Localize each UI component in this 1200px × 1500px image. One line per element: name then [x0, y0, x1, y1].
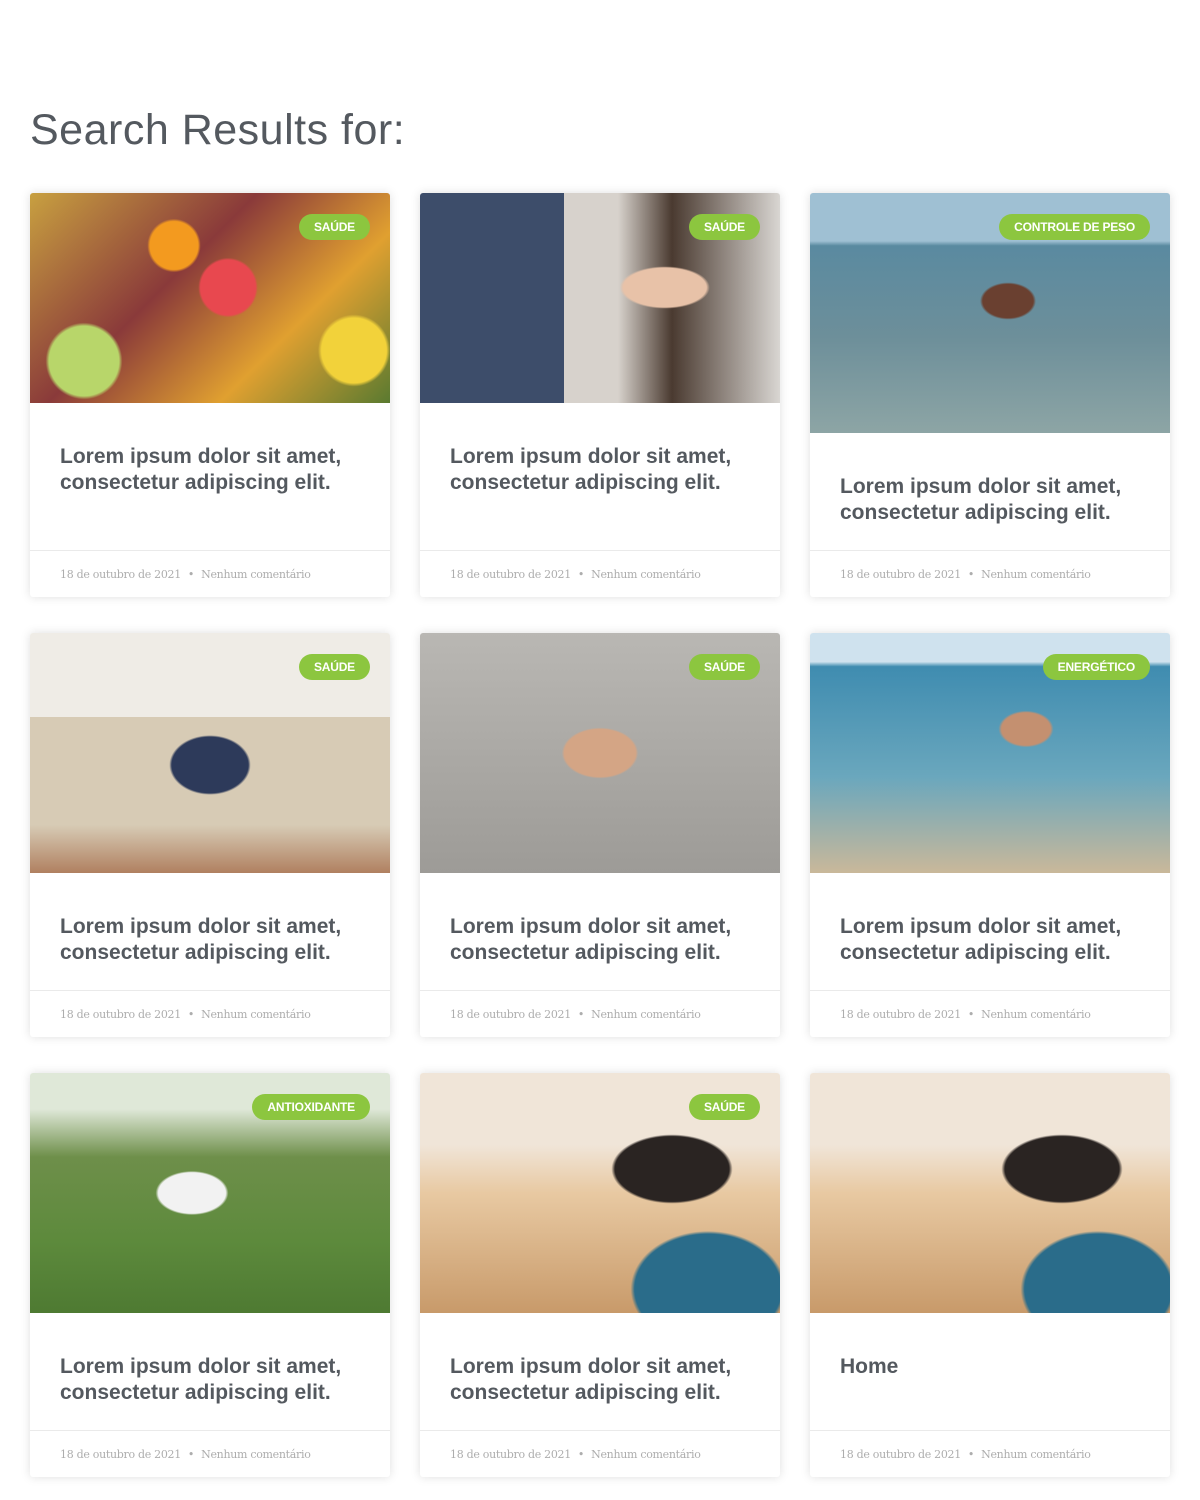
meta-separator: •: [967, 567, 975, 581]
post-title[interactable]: Lorem ipsum dolor sit amet, consectetur …: [450, 444, 750, 496]
post-title[interactable]: Lorem ipsum dolor sit amet, consectetur …: [450, 1354, 750, 1406]
post-meta: 18 de outubro de 2021 • Nenhum comentário: [30, 550, 390, 597]
post-card[interactable]: ENERGÉTICO Lorem ipsum dolor sit amet, c…: [810, 633, 1170, 1037]
post-meta: 18 de outubro de 2021 • Nenhum comentário: [420, 1430, 780, 1477]
post-card[interactable]: SAÚDE Lorem ipsum dolor sit amet, consec…: [30, 193, 390, 597]
post-meta: 18 de outubro de 2021 • Nenhum comentário: [30, 1430, 390, 1477]
post-date: 18 de outubro de 2021: [450, 567, 571, 581]
post-comments[interactable]: Nenhum comentário: [591, 1008, 701, 1021]
post-date: 18 de outubro de 2021: [60, 1007, 181, 1021]
meta-separator: •: [577, 1447, 585, 1461]
post-date: 18 de outubro de 2021: [60, 567, 181, 581]
post-card[interactable]: SAÚDE Lorem ipsum dolor sit amet, consec…: [420, 193, 780, 597]
post-card[interactable]: ANTIOXIDANTE Lorem ipsum dolor sit amet,…: [30, 1073, 390, 1477]
results-grid: SAÚDE Lorem ipsum dolor sit amet, consec…: [30, 193, 1170, 1477]
post-thumbnail[interactable]: ANTIOXIDANTE: [30, 1073, 390, 1313]
post-comments[interactable]: Nenhum comentário: [981, 1448, 1091, 1461]
post-comments[interactable]: Nenhum comentário: [201, 568, 311, 581]
page-title: Search Results for:: [30, 106, 406, 154]
meta-separator: •: [967, 1007, 975, 1021]
post-meta: 18 de outubro de 2021 • Nenhum comentário: [810, 1430, 1170, 1477]
post-comments[interactable]: Nenhum comentário: [591, 568, 701, 581]
category-badge[interactable]: SAÚDE: [688, 654, 760, 680]
post-date: 18 de outubro de 2021: [840, 1447, 961, 1461]
post-meta: 18 de outubro de 2021 • Nenhum comentário: [810, 550, 1170, 597]
post-date: 18 de outubro de 2021: [840, 567, 961, 581]
post-thumbnail[interactable]: SAÚDE: [30, 193, 390, 403]
meta-separator: •: [967, 1447, 975, 1461]
meta-separator: •: [187, 567, 195, 581]
post-comments[interactable]: Nenhum comentário: [201, 1008, 311, 1021]
post-card[interactable]: SAÚDE Lorem ipsum dolor sit amet, consec…: [420, 1073, 780, 1477]
post-date: 18 de outubro de 2021: [450, 1007, 571, 1021]
post-card[interactable]: CONTROLE DE PESO Lorem ipsum dolor sit a…: [810, 193, 1170, 597]
post-title[interactable]: Lorem ipsum dolor sit amet, consectetur …: [60, 1354, 360, 1406]
post-meta: 18 de outubro de 2021 • Nenhum comentário: [420, 550, 780, 597]
post-date: 18 de outubro de 2021: [450, 1447, 571, 1461]
post-comments[interactable]: Nenhum comentário: [981, 568, 1091, 581]
meta-separator: •: [187, 1447, 195, 1461]
meta-separator: •: [577, 1007, 585, 1021]
category-badge[interactable]: SAÚDE: [298, 214, 370, 240]
post-title[interactable]: Home: [840, 1354, 1140, 1380]
post-comments[interactable]: Nenhum comentário: [981, 1008, 1091, 1021]
post-title[interactable]: Lorem ipsum dolor sit amet, consectetur …: [60, 444, 360, 496]
post-card[interactable]: SAÚDE Lorem ipsum dolor sit amet, consec…: [30, 633, 390, 1037]
post-title[interactable]: Lorem ipsum dolor sit amet, consectetur …: [60, 914, 360, 966]
post-title[interactable]: Lorem ipsum dolor sit amet, consectetur …: [450, 914, 750, 966]
post-meta: 18 de outubro de 2021 • Nenhum comentário: [810, 990, 1170, 1037]
category-badge[interactable]: CONTROLE DE PESO: [999, 214, 1150, 240]
post-thumbnail[interactable]: SAÚDE: [420, 1073, 780, 1313]
meta-separator: •: [187, 1007, 195, 1021]
post-comments[interactable]: Nenhum comentário: [201, 1448, 311, 1461]
post-card[interactable]: SAÚDE Lorem ipsum dolor sit amet, consec…: [420, 633, 780, 1037]
meta-separator: •: [577, 567, 585, 581]
category-badge[interactable]: SAÚDE: [688, 1094, 760, 1120]
category-badge[interactable]: SAÚDE: [298, 654, 370, 680]
category-badge[interactable]: ENERGÉTICO: [1042, 654, 1150, 680]
post-thumbnail[interactable]: ENERGÉTICO: [810, 633, 1170, 873]
category-badge[interactable]: SAÚDE: [688, 214, 760, 240]
post-date: 18 de outubro de 2021: [60, 1447, 181, 1461]
post-meta: 18 de outubro de 2021 • Nenhum comentário: [30, 990, 390, 1037]
post-thumbnail[interactable]: SAÚDE: [30, 633, 390, 873]
post-title[interactable]: Lorem ipsum dolor sit amet, consectetur …: [840, 474, 1140, 526]
post-thumbnail[interactable]: CONTROLE DE PESO: [810, 193, 1170, 433]
post-thumbnail[interactable]: SAÚDE: [420, 193, 780, 403]
post-meta: 18 de outubro de 2021 • Nenhum comentário: [420, 990, 780, 1037]
post-card[interactable]: Home 18 de outubro de 2021 • Nenhum coment…: [810, 1073, 1170, 1477]
category-badge[interactable]: ANTIOXIDANTE: [252, 1094, 370, 1120]
post-thumbnail[interactable]: [810, 1073, 1170, 1313]
post-title[interactable]: Lorem ipsum dolor sit amet, consectetur …: [840, 914, 1140, 966]
post-thumbnail[interactable]: SAÚDE: [420, 633, 780, 873]
post-comments[interactable]: Nenhum comentário: [591, 1448, 701, 1461]
post-date: 18 de outubro de 2021: [840, 1007, 961, 1021]
